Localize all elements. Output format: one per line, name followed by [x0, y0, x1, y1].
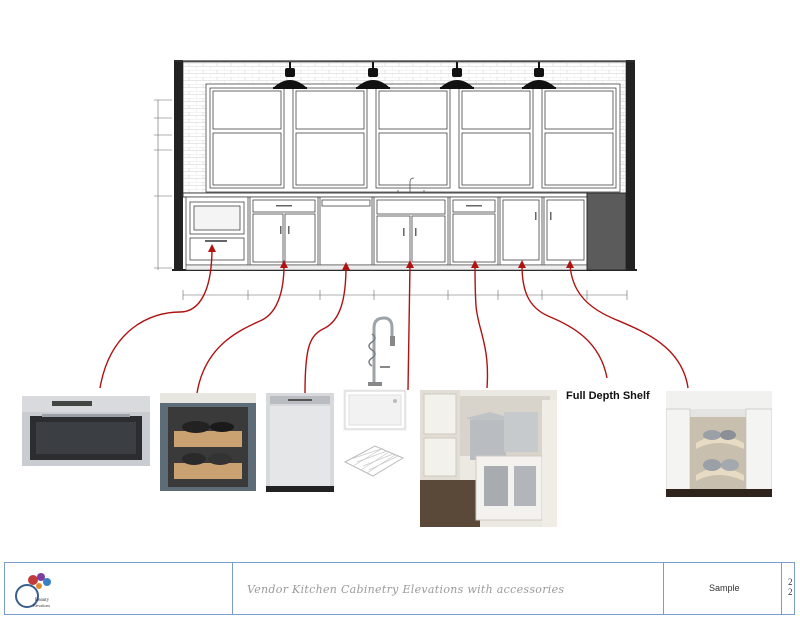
dishwasher-icon: [266, 393, 334, 492]
svg-text:Elevations: Elevations: [33, 603, 50, 608]
pull-out-shelves-photo: [160, 393, 256, 491]
pull-out-cookware-shelves-icon: [160, 393, 256, 491]
leader-line-shelf: [521, 264, 608, 379]
trash-pullout-photo: [420, 390, 557, 527]
double-trash-pullout-icon: [420, 390, 557, 527]
lazy-susan-photo: [666, 391, 772, 497]
leader-line-pullouts: [196, 264, 285, 394]
sample-label: Sample: [709, 583, 740, 593]
title-block-divider: [781, 563, 782, 614]
drawing-title: Vendor Kitchen Cabinetry Elevations with…: [247, 583, 565, 596]
title-block-divider: [663, 563, 664, 614]
refrigerator-panel: [586, 192, 627, 271]
dishwasher-photo: [266, 393, 334, 492]
toe-kick: [185, 264, 588, 271]
page-number-bottom: 2: [788, 587, 793, 597]
leader-line-dishwasher: [304, 265, 347, 394]
vertical-dimension-lines: [154, 99, 172, 270]
sink-grid-photo: [341, 440, 407, 480]
title-block-divider: [232, 563, 233, 614]
microwave-drawer-icon: [22, 396, 150, 466]
corner-lazy-susan-icon: [666, 391, 772, 497]
microwave-drawer-photo: [22, 396, 150, 466]
leader-line-trash: [474, 264, 489, 389]
title-block: Beauty Elevations Vendor Kitchen Cabinet…: [4, 562, 795, 615]
countertop: [182, 192, 588, 198]
horizontal-dimension-line: [182, 290, 628, 300]
window-bank: [205, 83, 621, 193]
base-cabinets: [185, 196, 588, 266]
page-number-top: 2: [788, 577, 793, 587]
page-number: 2 2: [788, 577, 793, 597]
farmhouse-sink-icon: [343, 389, 407, 431]
designer-logo: Beauty Elevations: [11, 568, 57, 612]
logo-icon: Beauty Elevations: [15, 573, 51, 608]
farmhouse-sink-photo: [343, 389, 407, 431]
pull-down-faucet-icon: [368, 316, 395, 386]
faucet-photo: [360, 314, 402, 388]
sink-bottom-grid-icon: [343, 445, 405, 477]
full-depth-shelf-label: Full Depth Shelf: [566, 390, 650, 402]
leader-line-lazy-susan: [569, 264, 689, 389]
leader-line-sink: [407, 264, 411, 391]
